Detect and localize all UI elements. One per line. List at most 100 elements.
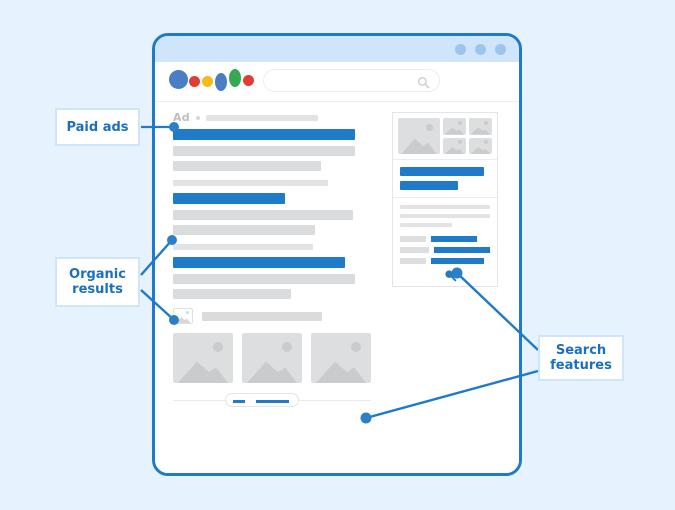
result-snippet-line	[173, 161, 321, 171]
kp-description-line	[400, 223, 452, 227]
search-icon	[417, 74, 430, 93]
ad-separator-dot	[195, 115, 200, 120]
knowledge-panel-column	[392, 112, 498, 287]
image-placeholder-mountain-icon	[315, 361, 367, 383]
ad-url-placeholder	[205, 114, 318, 121]
window-dot-3[interactable]	[495, 44, 506, 55]
image-placeholder-sun-icon	[484, 140, 489, 145]
image-placeholder-sun-icon	[185, 311, 189, 315]
results-content: Ad	[155, 103, 519, 473]
image-placeholder-mountain-icon	[444, 146, 465, 154]
kp-thumb-col-b	[469, 118, 492, 154]
kp-image-primary[interactable]	[398, 118, 440, 154]
image-card-2[interactable]	[242, 333, 302, 383]
logo-dot-1	[169, 70, 188, 89]
results-column: Ad	[173, 112, 371, 407]
image-placeholder-sun-icon	[458, 140, 463, 145]
scroll-seg-short	[233, 400, 245, 403]
result-url-placeholder	[173, 180, 328, 186]
result-title[interactable]	[173, 193, 285, 204]
image-placeholder-mountain-icon	[175, 317, 191, 323]
image-placeholder-mountain-icon	[470, 146, 491, 154]
result-block[interactable]	[173, 180, 371, 235]
result-title[interactable]	[173, 129, 355, 140]
kp-thumb-4[interactable]	[469, 137, 492, 154]
callout-paid-ads: Paid ads	[55, 108, 140, 146]
kp-attribute-row	[400, 236, 490, 242]
illustration-canvas: Ad Paid ads Organic results Search featu…	[0, 0, 675, 510]
result-snippet-line	[173, 274, 355, 284]
image-placeholder-mountain-icon	[470, 127, 491, 135]
kp-description-line	[400, 205, 490, 209]
image-pack-label	[202, 311, 322, 321]
callout-paid-ads-label: Paid ads	[66, 119, 129, 135]
knowledge-panel	[392, 112, 498, 287]
callout-line-1: Organic	[69, 267, 126, 282]
logo-dot-3	[202, 76, 213, 87]
google-logo	[169, 67, 259, 97]
kp-attribute-value[interactable]	[433, 247, 490, 253]
callout-line-1: Search	[555, 343, 607, 358]
browser-window: Ad	[152, 33, 522, 476]
result-block[interactable]	[173, 129, 371, 171]
logo-dot-5	[229, 69, 241, 87]
carousel-scroller[interactable]	[173, 393, 371, 407]
kp-attribute-row	[400, 258, 490, 264]
callout-line-2: results	[72, 282, 123, 297]
image-pack-icon	[173, 308, 193, 324]
kp-attribute-key	[400, 247, 429, 253]
kp-thumb-3[interactable]	[469, 118, 492, 135]
callout-search-features: Search features	[538, 335, 624, 381]
search-input[interactable]	[263, 69, 440, 92]
result-block[interactable]	[173, 244, 371, 299]
kp-attribute-key	[400, 258, 426, 264]
scroll-seg-long	[256, 400, 289, 403]
ad-result-block: Ad	[173, 112, 371, 171]
callout-organic-results: Organic results	[55, 257, 140, 307]
kp-footer	[400, 269, 490, 282]
kp-attribute-value[interactable]	[431, 236, 477, 242]
kp-image-grid	[393, 113, 497, 159]
kp-actions-section	[393, 159, 497, 197]
kp-attribute-row	[400, 247, 490, 253]
kp-action-bar-1[interactable]	[400, 167, 484, 176]
image-carousel	[173, 333, 371, 383]
image-placeholder-mountain-icon	[401, 138, 437, 154]
callout-organic-results-label: Organic results	[69, 267, 126, 297]
image-placeholder-sun-icon	[350, 341, 361, 352]
window-dot-2[interactable]	[475, 44, 486, 55]
result-url-placeholder	[173, 244, 313, 250]
result-snippet-line	[173, 210, 353, 220]
callout-search-features-label: Search features	[550, 343, 612, 373]
browser-titlebar	[155, 36, 519, 62]
kp-thumb-1[interactable]	[443, 118, 466, 135]
window-dot-1[interactable]	[455, 44, 466, 55]
scroller-pill[interactable]	[225, 393, 299, 407]
search-icon[interactable]	[444, 267, 457, 286]
kp-thumb-2[interactable]	[443, 137, 466, 154]
image-placeholder-sun-icon	[212, 341, 223, 352]
kp-description-line	[400, 214, 490, 218]
kp-action-bar-2[interactable]	[400, 181, 458, 190]
result-snippet-line	[173, 289, 291, 299]
ad-label: Ad	[173, 111, 190, 124]
ad-meta-row: Ad	[173, 112, 371, 123]
logo-dot-6	[243, 75, 254, 86]
window-controls	[455, 44, 506, 55]
kp-thumb-col-a	[443, 118, 466, 154]
image-placeholder-mountain-icon	[246, 361, 298, 383]
image-placeholder-sun-icon	[484, 120, 489, 125]
image-card-3[interactable]	[311, 333, 371, 383]
kp-attribute-key	[400, 236, 426, 242]
image-placeholder-sun-icon	[425, 124, 433, 132]
result-title[interactable]	[173, 257, 345, 268]
image-pack-header	[173, 308, 371, 324]
kp-details-section	[393, 197, 497, 286]
image-placeholder-mountain-icon	[444, 127, 465, 135]
callout-line-2: features	[550, 358, 612, 373]
search-header	[155, 62, 519, 102]
image-card-1[interactable]	[173, 333, 233, 383]
logo-dot-2	[189, 76, 200, 87]
image-placeholder-mountain-icon	[177, 361, 229, 383]
kp-attribute-value[interactable]	[431, 258, 484, 264]
